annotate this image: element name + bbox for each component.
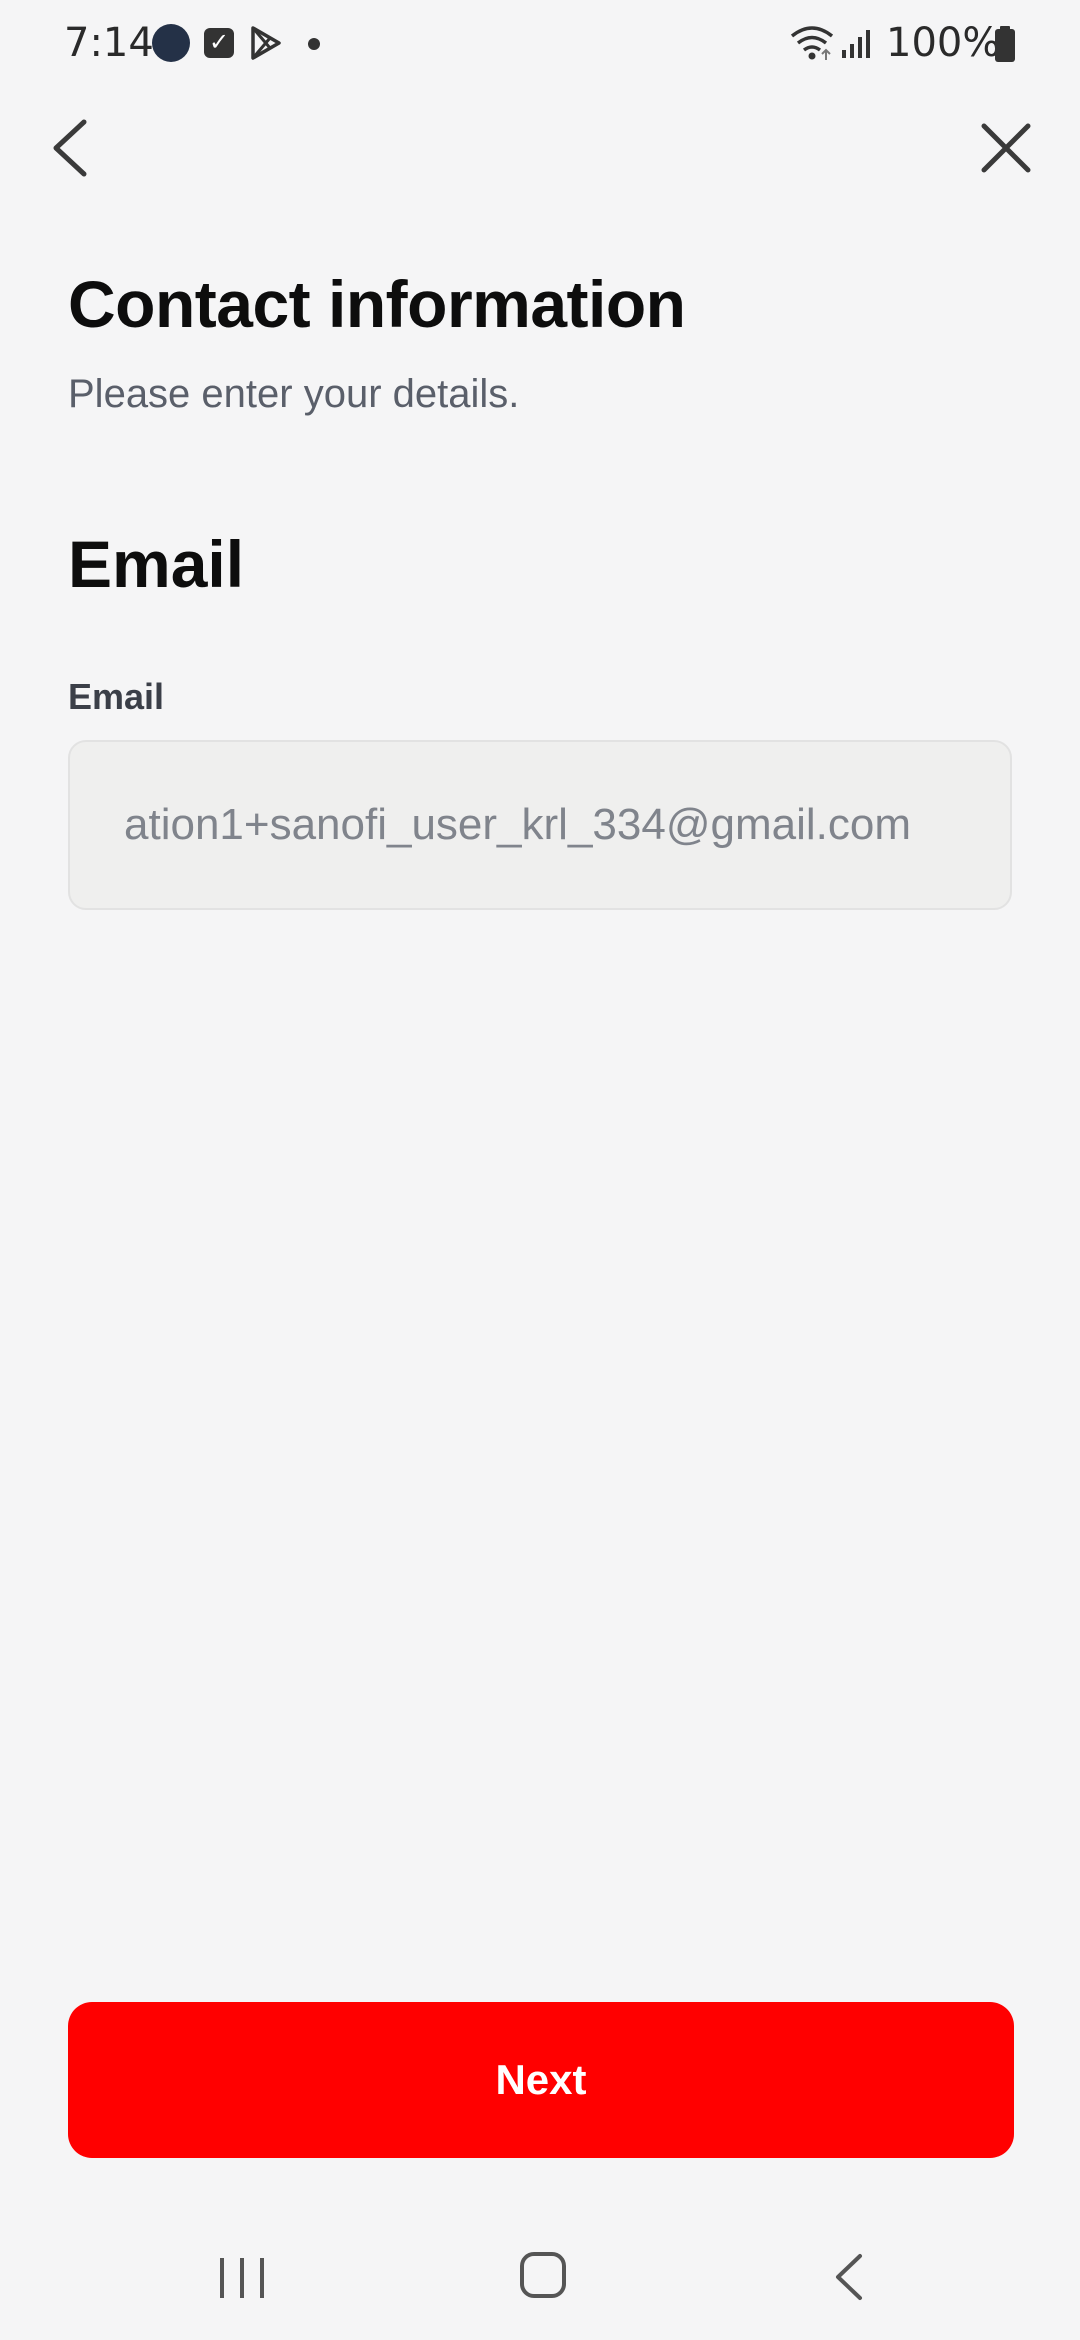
page-subtitle: Please enter your details. [68,372,520,416]
status-time: 7:14 [64,20,154,66]
moon-icon [152,24,190,62]
next-button[interactable]: Next [68,2002,1014,2158]
battery-icon [995,26,1015,62]
page-title: Contact information [68,267,686,341]
email-field-container [68,740,1012,910]
email-field-label: Email [68,676,165,717]
home-icon[interactable] [518,2250,568,2300]
play-store-icon [251,26,281,60]
checkbox-icon: ✓ [204,28,234,58]
email-input[interactable] [124,742,986,908]
signal-icon [842,30,870,58]
back-icon[interactable] [826,2250,870,2304]
wifi-icon [790,26,834,60]
system-nav-bar [0,2200,1080,2340]
battery-percentage: 100% [886,20,1001,66]
back-button[interactable] [40,108,104,188]
section-title-email: Email [68,527,245,601]
status-bar: 7:14 ✓ 100% [0,0,1080,88]
close-button[interactable] [970,112,1042,184]
notification-dot [308,38,320,50]
recents-icon[interactable] [214,2254,270,2302]
